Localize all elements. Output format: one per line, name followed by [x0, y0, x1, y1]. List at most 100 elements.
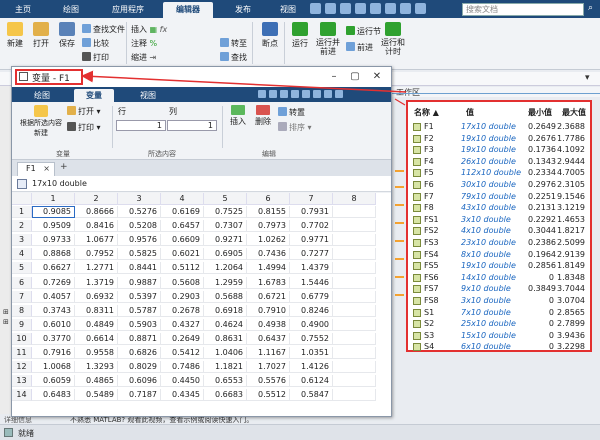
- col-min-header[interactable]: 最小值: [528, 107, 552, 118]
- grid-cell[interactable]: 0.7973: [247, 220, 290, 233]
- cut-icon[interactable]: [269, 90, 277, 98]
- grid-row-header[interactable]: 9: [12, 318, 32, 331]
- grid-row-header[interactable]: 10: [12, 332, 32, 345]
- grid-cell[interactable]: 0.8416: [75, 220, 118, 233]
- workspace-variable-row[interactable]: F4 26x10 double 0.1343 2.9444: [408, 156, 590, 168]
- grid-cell[interactable]: 0.6683: [204, 389, 247, 402]
- grid-cell[interactable]: 1.3293: [75, 361, 118, 374]
- search-icon[interactable]: ⌕: [588, 3, 598, 15]
- grid-cell[interactable]: 0.7931: [290, 206, 333, 218]
- grid-cell[interactable]: [333, 276, 376, 289]
- grid-cell[interactable]: 1.0068: [32, 361, 75, 374]
- workspace-variable-row[interactable]: FS4 8x10 double 0.1964 2.9139: [408, 249, 590, 261]
- workspace-variable-row[interactable]: FS6 14x10 double 0 1.8348: [408, 272, 590, 284]
- tab-home[interactable]: 主页: [6, 2, 40, 18]
- switch-windows-icon[interactable]: [400, 3, 411, 14]
- copy-icon[interactable]: [340, 3, 351, 14]
- comment-button[interactable]: 注释 %: [131, 38, 157, 49]
- chevron-down-icon[interactable]: ▾: [585, 73, 590, 83]
- tab-publish[interactable]: 发布: [226, 2, 260, 18]
- grid-row-header[interactable]: 8: [12, 304, 32, 317]
- col-max-header[interactable]: 最大值: [562, 107, 586, 118]
- grid-cell[interactable]: 0.6721: [247, 290, 290, 303]
- grid-cell[interactable]: 0.4849: [75, 318, 118, 331]
- grid-cell[interactable]: 1.2064: [204, 262, 247, 275]
- grid-cell[interactable]: 0.5825: [118, 248, 161, 261]
- grid-cell[interactable]: 0.6483: [32, 389, 75, 402]
- grid-column-header[interactable]: 4: [161, 193, 204, 205]
- grid-cell[interactable]: 0.7702: [290, 220, 333, 233]
- workspace-variable-row[interactable]: F1 17x10 double 0.2649 2.3688: [408, 121, 590, 133]
- run-button[interactable]: 运行: [287, 22, 313, 49]
- grid-cell[interactable]: 0.5512: [247, 389, 290, 402]
- grid-cell[interactable]: 1.2771: [75, 262, 118, 275]
- cut-icon[interactable]: [325, 3, 336, 14]
- grid-cell[interactable]: 0.2903: [161, 290, 204, 303]
- grid-cell[interactable]: [333, 361, 376, 374]
- grid-cell[interactable]: 0.6096: [118, 375, 161, 388]
- grid-cell[interactable]: 0.5576: [247, 375, 290, 388]
- grid-row-header[interactable]: 5: [12, 262, 32, 275]
- compare-button[interactable]: 比较: [82, 38, 109, 49]
- grid-cell[interactable]: [333, 206, 376, 218]
- save-icon[interactable]: [310, 3, 321, 14]
- grid-cell[interactable]: 0.6021: [161, 248, 204, 261]
- grid-row-header[interactable]: 1: [12, 206, 32, 218]
- redo-icon[interactable]: [385, 3, 396, 14]
- grid-cell[interactable]: 0.7269: [32, 276, 75, 289]
- grid-row-header[interactable]: 11: [12, 347, 32, 359]
- grid-cell[interactable]: 1.1167: [247, 347, 290, 359]
- grid-column-header[interactable]: 5: [204, 193, 247, 205]
- grid-cell[interactable]: 0.5688: [204, 290, 247, 303]
- tab-plots[interactable]: 绘图: [54, 2, 88, 18]
- workspace-variable-row[interactable]: F2 19x10 double 0.2676 1.7786: [408, 133, 590, 145]
- grid-cell[interactable]: 0.9271: [204, 234, 247, 247]
- find-files-button[interactable]: 查找文件: [82, 24, 125, 35]
- grid-cell[interactable]: 0.4450: [161, 375, 204, 388]
- grid-cell[interactable]: 0.7486: [161, 361, 204, 374]
- grid-cell[interactable]: 0.6437: [247, 332, 290, 345]
- grid-cell[interactable]: 0.8246: [290, 304, 333, 317]
- grid-cell[interactable]: 0.5112: [161, 262, 204, 275]
- find-button[interactable]: 查找: [220, 52, 247, 63]
- paste-icon[interactable]: [355, 3, 366, 14]
- grid-cell[interactable]: 0.5412: [161, 347, 204, 359]
- grid-cell[interactable]: [333, 375, 376, 388]
- grid-cell[interactable]: 0.6627: [32, 262, 75, 275]
- grid-cell[interactable]: 0.6932: [75, 290, 118, 303]
- col-name-header[interactable]: 名称 ▲: [414, 107, 439, 118]
- grid-cell[interactable]: 0.6779: [290, 290, 333, 303]
- grid-cell[interactable]: 0.7187: [118, 389, 161, 402]
- grid-cell[interactable]: 0.8871: [118, 332, 161, 345]
- grid-column-header[interactable]: 2: [75, 193, 118, 205]
- grid-cell[interactable]: 1.5446: [290, 276, 333, 289]
- grid-cell[interactable]: 0.5489: [75, 389, 118, 402]
- grid-cell[interactable]: [333, 290, 376, 303]
- help-icon[interactable]: [324, 90, 332, 98]
- goto-button[interactable]: 转至: [220, 38, 247, 49]
- grid-cell[interactable]: 0.2678: [161, 304, 204, 317]
- close-icon[interactable]: ✕: [370, 70, 384, 83]
- grid-cell[interactable]: 0.7952: [75, 248, 118, 261]
- print-button[interactable]: 打印: [82, 52, 109, 63]
- grid-cell[interactable]: 1.7027: [247, 361, 290, 374]
- workspace-variable-row[interactable]: FS5 19x10 double 0.2856 1.8149: [408, 260, 590, 272]
- workspace-variable-row[interactable]: S3 15x10 double 0 3.9436: [408, 330, 590, 342]
- new-from-selection-button[interactable]: 根据所选内容 新建: [18, 105, 64, 138]
- grid-cell[interactable]: [333, 347, 376, 359]
- grid-cell[interactable]: 0.8311: [75, 304, 118, 317]
- grid-column-header[interactable]: 6: [247, 193, 290, 205]
- run-advance-button[interactable]: 运行并 前进: [313, 22, 343, 56]
- grid-cell[interactable]: 0.7910: [247, 304, 290, 317]
- grid-cell[interactable]: 0.2649: [161, 332, 204, 345]
- grid-row-header[interactable]: 14: [12, 389, 32, 402]
- grid-cell[interactable]: 1.4994: [247, 262, 290, 275]
- grid-cell[interactable]: 0.9509: [32, 220, 75, 233]
- grid-cell[interactable]: 0.7307: [204, 220, 247, 233]
- workspace-variable-row[interactable]: FS1 3x10 double 0.2292 1.4653: [408, 214, 590, 226]
- workspace-variable-row[interactable]: S2 25x10 double 0 2.7899: [408, 318, 590, 330]
- workspace-variable-row[interactable]: F5 112x10 double 0.2334 4.7005: [408, 167, 590, 179]
- workspace-variable-row[interactable]: F3 19x10 double 0.1736 4.1092: [408, 144, 590, 156]
- run-section-button[interactable]: 运行节: [346, 26, 381, 37]
- rows-input[interactable]: 1: [116, 120, 166, 131]
